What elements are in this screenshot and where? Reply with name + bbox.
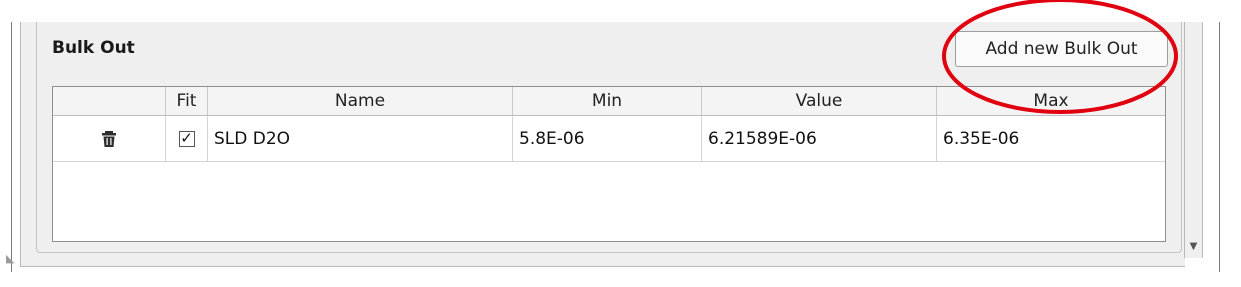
vertical-scrollbar[interactable] <box>1184 22 1203 258</box>
section-title: Bulk Out <box>52 38 135 58</box>
min-cell[interactable]: 5.8E-06 <box>513 116 702 161</box>
trash-icon[interactable] <box>102 130 116 147</box>
header-fit[interactable]: Fit <box>166 87 208 115</box>
fit-cell: ✓ <box>166 116 208 161</box>
window-right-border <box>1219 22 1220 272</box>
scroll-down-arrow-icon[interactable]: ▼ <box>1184 235 1203 258</box>
header-min[interactable]: Min <box>513 87 702 115</box>
delete-cell[interactable] <box>53 116 166 161</box>
table-row: ✓ SLD D2O 5.8E-06 6.21589E-06 6.35E-06 <box>53 116 1165 162</box>
name-cell[interactable]: SLD D2O <box>208 116 513 161</box>
bulk-out-table: Fit Name Min Value Max ✓ SLD D2O 5.8E-06 <box>52 86 1166 242</box>
table-header: Fit Name Min Value Max <box>53 87 1165 116</box>
window-left-border <box>11 22 12 272</box>
max-cell[interactable]: 6.35E-06 <box>937 116 1165 161</box>
fit-checkbox[interactable]: ✓ <box>178 130 195 147</box>
header-name[interactable]: Name <box>208 87 513 115</box>
header-delete <box>53 87 166 115</box>
value-cell[interactable]: 6.21589E-06 <box>702 116 937 161</box>
resize-grip-icon[interactable]: ◣ <box>6 252 14 265</box>
add-bulk-out-button[interactable]: Add new Bulk Out <box>955 31 1168 67</box>
screenshot-canvas: ◣ Bulk Out Add new Bulk Out Fit Name Min… <box>0 0 1241 287</box>
header-value[interactable]: Value <box>702 87 937 115</box>
header-max[interactable]: Max <box>937 87 1165 115</box>
